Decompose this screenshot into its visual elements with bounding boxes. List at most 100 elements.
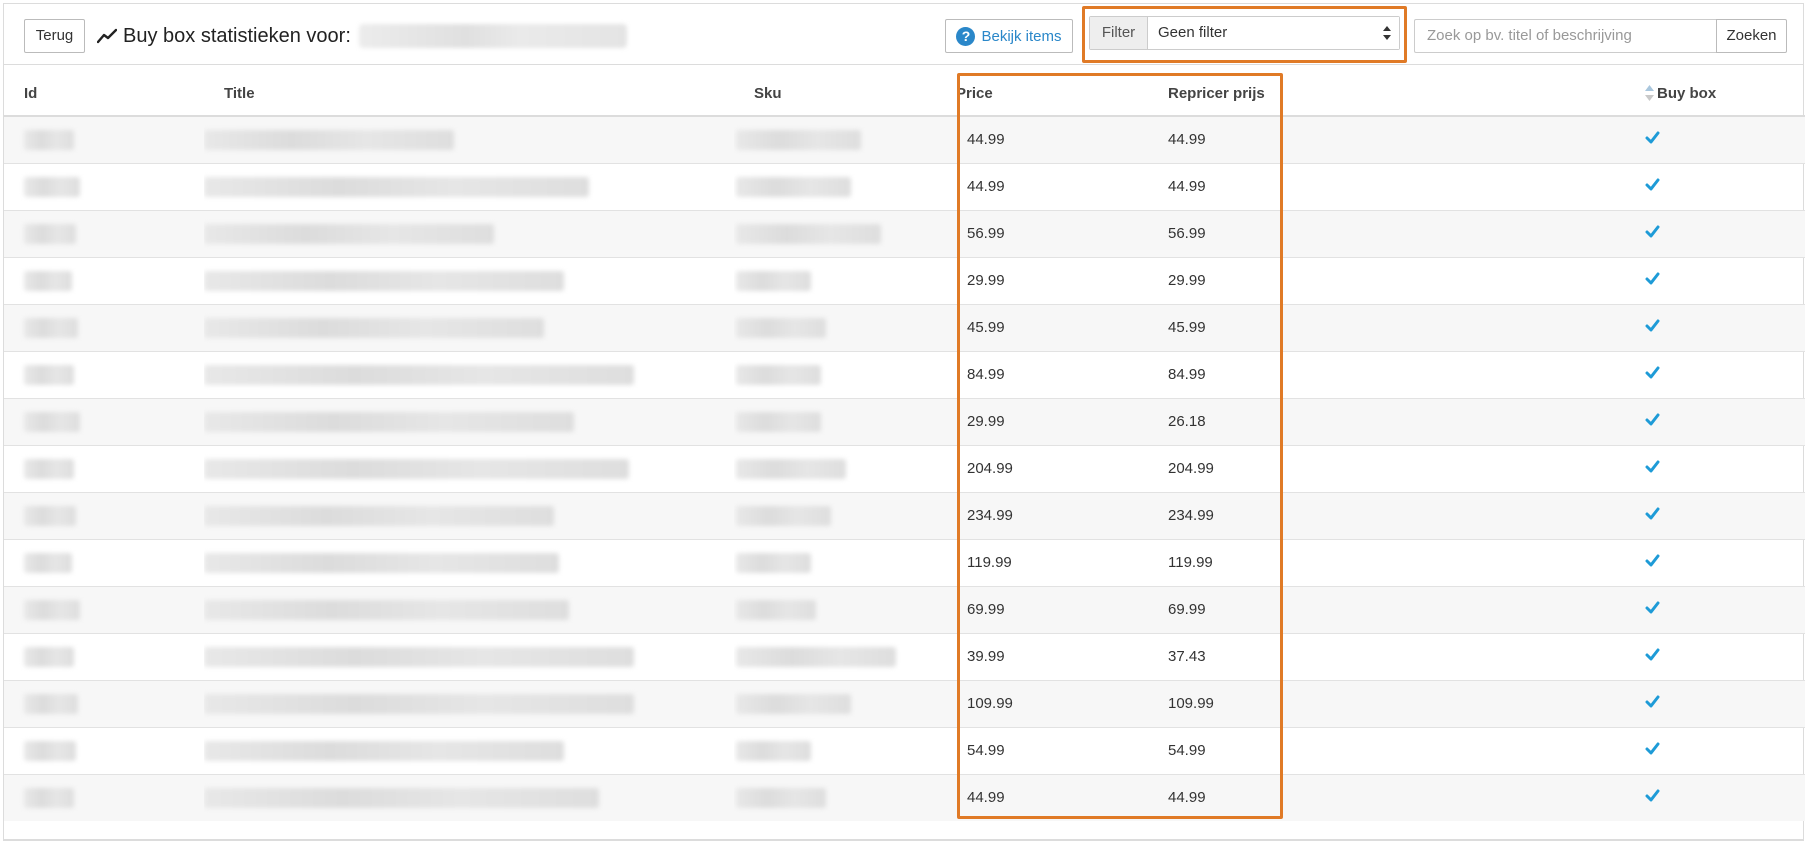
- redacted-title: [204, 223, 494, 244]
- check-icon: [1645, 178, 1660, 191]
- check-icon: [1645, 648, 1660, 661]
- column-header-title[interactable]: Title: [204, 72, 734, 117]
- cell-sku: [734, 632, 936, 680]
- view-items-button[interactable]: ? Bekijk items: [945, 19, 1073, 53]
- redacted-sku: [736, 176, 851, 197]
- cell-buy-box: [1466, 397, 1805, 445]
- table-row[interactable]: 69.99 69.99: [4, 585, 1805, 633]
- redacted-id: [24, 505, 76, 526]
- cell-price: 29.99: [936, 256, 1148, 304]
- sort-icon: [1645, 85, 1654, 101]
- column-header-repricer-price[interactable]: Repricer prijs: [1148, 72, 1466, 117]
- cell-buy-box: [1466, 115, 1805, 163]
- check-icon: [1645, 460, 1660, 473]
- cell-repricer-price: 45.99: [1148, 303, 1466, 351]
- column-header-id[interactable]: Id: [4, 72, 204, 117]
- redacted-title: [204, 176, 589, 197]
- cell-repricer-price: 54.99: [1148, 726, 1466, 774]
- search-input[interactable]: Zoek op bv. titel of beschrijving: [1414, 19, 1716, 53]
- cell-title: [204, 303, 734, 351]
- redacted-sku: [736, 223, 881, 244]
- cell-price: 109.99: [936, 679, 1148, 727]
- page-title: Buy box statistieken voor:: [123, 24, 351, 47]
- cell-sku: [734, 350, 936, 398]
- table-row[interactable]: 56.99 56.99: [4, 209, 1805, 257]
- cell-sku: [734, 162, 936, 210]
- redacted-title: [204, 693, 634, 714]
- cell-id: [4, 773, 204, 821]
- redacted-id: [24, 317, 78, 338]
- cell-title: [204, 350, 734, 398]
- search-button[interactable]: Zoeken: [1716, 19, 1787, 53]
- select-arrows-icon: [1383, 26, 1391, 40]
- cell-repricer-price: 44.99: [1148, 162, 1466, 210]
- cell-price: 45.99: [936, 303, 1148, 351]
- cell-buy-box: [1466, 444, 1805, 492]
- cell-title: [204, 585, 734, 633]
- cell-id: [4, 538, 204, 586]
- cell-title: [204, 397, 734, 445]
- back-button[interactable]: Terug: [24, 19, 85, 53]
- table-row[interactable]: 119.99 119.99: [4, 538, 1805, 586]
- cell-sku: [734, 491, 936, 539]
- cell-sku: [734, 538, 936, 586]
- column-header-price[interactable]: Price: [936, 72, 1148, 117]
- table-row[interactable]: 204.99 204.99: [4, 444, 1805, 492]
- redacted-id: [24, 552, 72, 573]
- check-icon: [1645, 554, 1660, 567]
- redacted-id: [24, 693, 78, 714]
- cell-repricer-price: 109.99: [1148, 679, 1466, 727]
- cell-buy-box: [1466, 209, 1805, 257]
- redacted-sku: [736, 364, 821, 385]
- table-row[interactable]: 84.99 84.99: [4, 350, 1805, 398]
- redacted-id: [24, 646, 74, 667]
- cell-title: [204, 538, 734, 586]
- cell-price: 44.99: [936, 162, 1148, 210]
- cell-repricer-price: 56.99: [1148, 209, 1466, 257]
- cell-buy-box: [1466, 632, 1805, 680]
- cell-title: [204, 679, 734, 727]
- table-row[interactable]: 234.99 234.99: [4, 491, 1805, 539]
- cell-sku: [734, 397, 936, 445]
- cell-id: [4, 585, 204, 633]
- table-row[interactable]: 39.99 37.43: [4, 632, 1805, 680]
- column-header-sku[interactable]: Sku: [734, 72, 936, 117]
- cell-price: 56.99: [936, 209, 1148, 257]
- check-icon: [1645, 319, 1660, 332]
- cell-repricer-price: 37.43: [1148, 632, 1466, 680]
- cell-repricer-price: 69.99: [1148, 585, 1466, 633]
- cell-id: [4, 491, 204, 539]
- table-row[interactable]: 29.99 26.18: [4, 397, 1805, 445]
- cell-repricer-price: 234.99: [1148, 491, 1466, 539]
- table-row[interactable]: 44.99 44.99: [4, 115, 1805, 163]
- table-row[interactable]: 54.99 54.99: [4, 726, 1805, 774]
- table-row[interactable]: 29.99 29.99: [4, 256, 1805, 304]
- redacted-title: [204, 411, 574, 432]
- redacted-title: [204, 317, 544, 338]
- cell-id: [4, 444, 204, 492]
- cell-sku: [734, 679, 936, 727]
- table-row[interactable]: 109.99 109.99: [4, 679, 1805, 727]
- cell-repricer-price: 119.99: [1148, 538, 1466, 586]
- redacted-sku: [736, 552, 811, 573]
- cell-price: 44.99: [936, 773, 1148, 821]
- cell-id: [4, 209, 204, 257]
- table-row[interactable]: 44.99 44.99: [4, 162, 1805, 210]
- redacted-id: [24, 599, 80, 620]
- filter-group: Filter Geen filter: [1089, 16, 1400, 50]
- table-row[interactable]: 44.99 44.99: [4, 773, 1805, 821]
- cell-repricer-price: 84.99: [1148, 350, 1466, 398]
- cell-buy-box: [1466, 585, 1805, 633]
- redacted-title: [204, 458, 629, 479]
- cell-title: [204, 444, 734, 492]
- column-header-buy-box[interactable]: Buy box: [1466, 72, 1805, 117]
- cell-buy-box: [1466, 679, 1805, 727]
- cell-sku: [734, 303, 936, 351]
- cell-id: [4, 256, 204, 304]
- table-header-row: Id Title Sku Price Repricer prijs Buy bo…: [4, 72, 1805, 117]
- check-icon: [1645, 225, 1660, 238]
- filter-select[interactable]: Geen filter: [1148, 17, 1399, 49]
- table-row[interactable]: 45.99 45.99: [4, 303, 1805, 351]
- cell-price: 204.99: [936, 444, 1148, 492]
- redacted-title: [204, 552, 559, 573]
